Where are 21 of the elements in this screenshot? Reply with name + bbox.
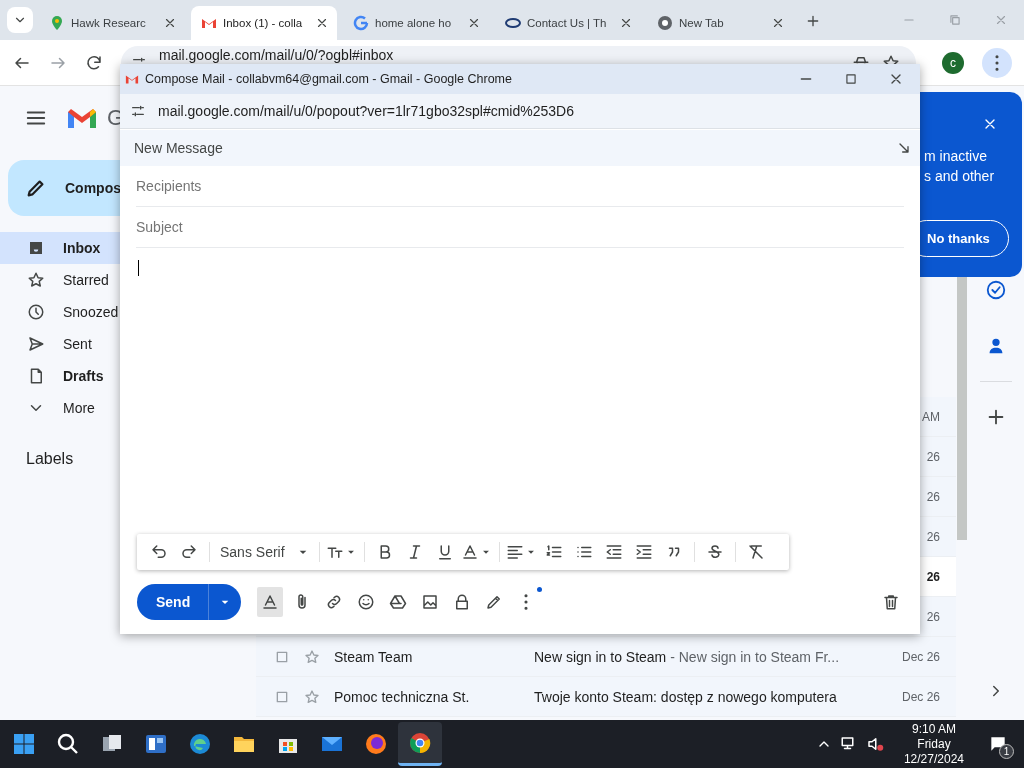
compose-header: New Message — [134, 140, 223, 156]
address-text: mail.google.com/mail/u/0/popout?ver=1lr71gbo32spl#cmid%253D6 — [158, 103, 574, 119]
email-subject: New sign in to Steam - New sign in to Steam Fr... — [534, 648, 840, 665]
sender-name: Pomoc techniczna St. — [334, 688, 471, 705]
promo-text: s and other — [924, 167, 995, 186]
email-date: AM — [922, 409, 940, 424]
email-date: Dec 26 — [901, 689, 940, 704]
email-date: 26 — [926, 529, 940, 544]
email-date: 26 — [926, 449, 940, 464]
email-date: Dec 26 — [901, 649, 940, 664]
clock-time: 9:10 AM — [911, 721, 956, 737]
clock-date: 12/27/2024 — [903, 751, 964, 767]
email-date: 26 — [926, 489, 940, 504]
email-date: 26 — [926, 569, 940, 584]
labels-heading: Labels — [26, 450, 75, 468]
sender-name: Steam Team — [334, 648, 414, 665]
notification-count: 1 — [999, 744, 1014, 759]
clock-day: Friday — [917, 736, 951, 752]
promo-text: m inactive — [924, 147, 988, 166]
email-date: 26 — [926, 609, 940, 624]
email-subject: Twoje konto Steam: dostęp z nowego komputera — [534, 688, 837, 705]
